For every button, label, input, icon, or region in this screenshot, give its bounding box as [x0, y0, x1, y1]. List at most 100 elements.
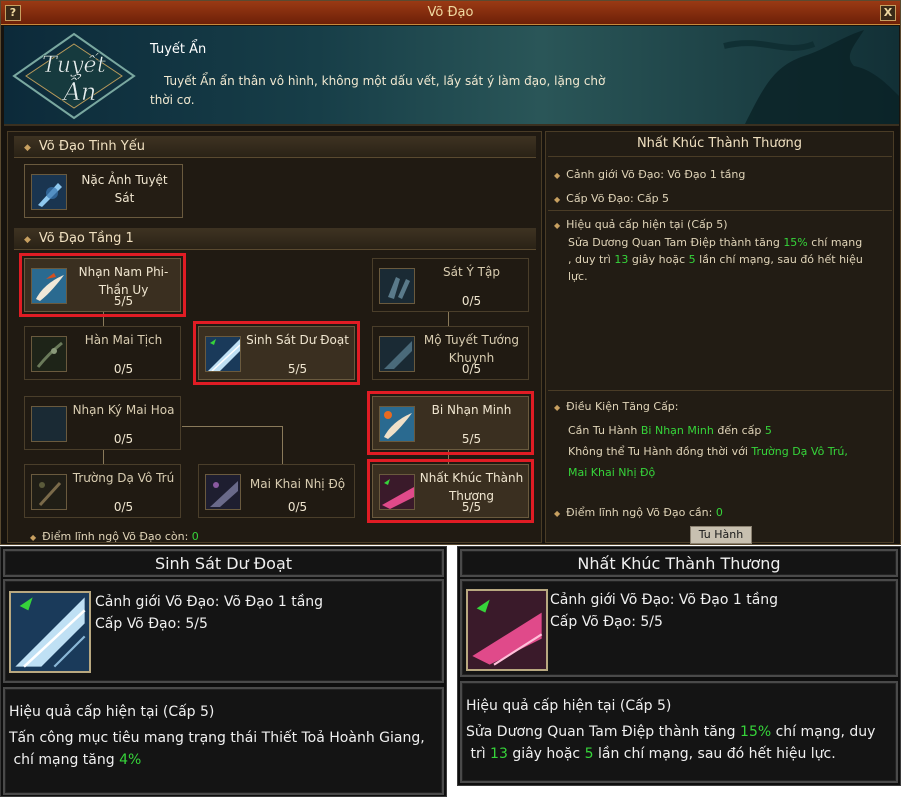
tree-connector [103, 450, 104, 464]
vo-dao-window: ? Võ Đạo X Tuyết Ẩn Tuyết Ẩn Tuyết Ẩn ẩn… [0, 0, 901, 545]
skill-node-truong-da-vo-tru[interactable]: Trường Dạ Vô Trú 0/5 [24, 464, 181, 518]
points-needed: ◆ Điểm lĩnh ngộ Võ Đạo cần: 0 [554, 506, 723, 519]
section-essence-header: ◆ Võ Đạo Tinh Yếu [14, 136, 536, 158]
tree-connector [282, 426, 283, 464]
sect-banner: Tuyết Ẩn Tuyết Ẩn Tuyết Ẩn ẩn thân vô hì… [4, 26, 899, 126]
skill-node-nhan-ky-mai-hoa[interactable]: Nhạn Ký Mai Hoa 0/5 [24, 396, 181, 450]
section-essence-title: Võ Đạo Tinh Yếu [38, 139, 145, 154]
warrior-silhouette-icon [723, 30, 899, 124]
bullet-icon: ◆ [554, 221, 561, 230]
tooltip-effect-text: Tấn công mục tiêu mang trạng thái Thiết … [9, 730, 425, 768]
title-bar[interactable]: ? Võ Đạo X [1, 1, 900, 25]
logo-text-top: Tuyết [42, 52, 106, 78]
skill-name: Nhạn Ký Mai Hoa [72, 403, 175, 417]
shadow-claw-icon [379, 268, 415, 304]
upgrade-requirements-text: Cần Tu Hành Bi Nhạn Minh đến cấp 5 Không… [568, 424, 848, 479]
sect-description: Tuyết Ẩn ẩn thân vô hình, không một dấu … [150, 74, 606, 107]
skill-level: 0/5 [461, 294, 482, 308]
skill-level: 0/5 [113, 362, 134, 376]
detail-level: ◆ Cấp Võ Đạo: Cấp 5 [554, 192, 670, 205]
skill-node-bi-nhan-minh[interactable]: Bi Nhạn Minh 5/5 [367, 391, 534, 455]
tooltip-effect-head: Hiệu quả cấp hiện tại (Cấp 5) [466, 698, 672, 714]
night-sword-icon [31, 474, 67, 510]
detail-title: Nhất Khúc Thành Thương [636, 136, 803, 151]
skill-node-sinh-sat-du-doat[interactable]: Sinh Sát Dư Đoạt 5/5 [193, 321, 360, 385]
tooltip-effect-head: Hiệu quả cấp hiện tại (Cấp 5) [9, 704, 215, 720]
section-tier1-title: Võ Đạo Tầng 1 [38, 231, 134, 246]
skill-name: Sinh Sát Dư Đoạt [246, 333, 349, 347]
skill-node-sat-y-tap[interactable]: Sát Ý Tập 0/5 [372, 258, 529, 312]
close-button[interactable]: X [880, 5, 896, 21]
skill-name: Hàn Mai Tịch [84, 333, 163, 347]
tooltip-nhat-khuc-thanh-thuong: Nhất Khúc Thành Thương Cảnh giới Võ Đạo:… [457, 546, 901, 786]
tooltip-realm: Cảnh giới Võ Đạo: Võ Đạo 1 tầng [550, 592, 779, 608]
skill-name: Sát Ý Tập [443, 265, 500, 279]
blizzard-icon [205, 336, 241, 372]
skill-level: 0/5 [461, 362, 482, 376]
skill-tree-panel: ◆ Võ Đạo Tinh Yếu Nặc Ảnh Tuyệt Sát ◆ Võ Đ… [7, 131, 542, 543]
tree-connector [182, 426, 282, 427]
bullet-icon: ◆ [30, 533, 37, 542]
skill-level: 5/5 [461, 432, 482, 446]
tree-connector [448, 310, 449, 326]
divider [548, 390, 892, 391]
tooltip-sinh-sat-du-doat: Sinh Sát Dư Đoạt Cảnh giới Võ Đạo: Võ Đạ… [0, 546, 447, 797]
bullet-icon: ◆ [24, 235, 31, 245]
skill-level: 5/5 [287, 362, 308, 376]
snow-storm-icon [379, 336, 415, 372]
tooltip-level: Cấp Võ Đạo: 5/5 [95, 616, 208, 632]
bullet-icon: ◆ [24, 143, 31, 153]
plum-branch-icon [31, 336, 67, 372]
detail-effect-text: Sửa Dương Quan Tam Điệp thành tăng 15% c… [568, 236, 863, 283]
tooltip-info-box: Cảnh giới Võ Đạo: Võ Đạo 1 tầng Cấp Võ Đ… [3, 579, 444, 683]
skill-node-han-mai-tich[interactable]: Hàn Mai Tịch 0/5 [24, 326, 181, 380]
skill-name: Bi Nhạn Minh [431, 403, 512, 417]
crimson-dance-icon [466, 589, 548, 671]
bullet-icon: ◆ [554, 403, 561, 412]
skill-name: Trường Dạ Vô Trú [72, 471, 175, 485]
remaining-points-label: Điểm lĩnh ngộ Võ Đạo còn: [42, 530, 189, 543]
blizzard-icon [9, 591, 91, 673]
crimson-dance-icon [379, 474, 415, 510]
frost-blade-icon [31, 174, 67, 210]
skill-node-mo-tuyet-tuong-khuynh[interactable]: Mộ Tuyết Tướng Khuynh 0/5 [372, 326, 529, 380]
plum-blossom-icon [205, 474, 241, 510]
remaining-points: ◆ Điểm lĩnh ngộ Võ Đạo còn: 0 [30, 530, 199, 543]
skill-node-mai-khai-nhi-do[interactable]: Mai Khai Nhị Độ 0/5 [198, 464, 355, 518]
tooltip-title: Nhất Khúc Thành Thương [577, 554, 781, 573]
skill-name: Mai Khai Nhị Độ [249, 477, 346, 491]
skill-level: 5/5 [461, 500, 482, 514]
skill-level: 5/5 [113, 294, 134, 308]
window-title: Võ Đạo [427, 5, 474, 20]
bullet-icon: ◆ [554, 171, 561, 180]
bullet-icon: ◆ [554, 509, 561, 518]
remaining-points-value: 0 [191, 530, 199, 543]
tooltip-effect-text: Sửa Dương Quan Tam Điệp thành tăng 15% c… [466, 724, 876, 762]
crane-cry-icon [379, 406, 415, 442]
sect-logo: Tuyết Ẩn [12, 32, 136, 120]
tooltip-title: Sinh Sát Dư Đoạt [154, 554, 293, 573]
tooltip-effect-box: Hiệu quả cấp hiện tại (Cấp 5) Tấn công m… [3, 687, 444, 795]
skill-node-nhat-khuc-thanh-thuong[interactable]: Nhất Khúc Thành Thương 5/5 [367, 459, 534, 523]
skill-name: Nặc Ảnh Tuyệt Sát [81, 173, 168, 205]
tree-connector [103, 310, 104, 326]
upgrade-requirements-head: ◆ Điều Kiện Tăng Cấp: [554, 400, 679, 413]
skill-level: 0/5 [287, 500, 308, 514]
tooltip-info-box: Cảnh giới Võ Đạo: Võ Đạo 1 tầng Cấp Võ Đ… [460, 579, 898, 677]
tooltip-effect-box: Hiệu quả cấp hiện tại (Cấp 5) Sửa Dương … [460, 681, 898, 783]
divider [548, 210, 892, 211]
section-tier1-header: ◆ Võ Đạo Tầng 1 [14, 228, 536, 250]
skill-detail-panel: Nhất Khúc Thành Thương ◆ Cảnh giới Võ Đạo… [545, 131, 894, 544]
divider [548, 156, 892, 157]
bullet-icon: ◆ [554, 195, 561, 204]
skill-node-essence[interactable]: Nặc Ảnh Tuyệt Sát [24, 164, 183, 218]
skill-node-nhan-nam-phi[interactable]: Nhạn Nam Phi-Thần Uy 5/5 [19, 253, 186, 317]
tooltip-title-box: Nhất Khúc Thành Thương [460, 549, 898, 577]
train-button[interactable]: Tu Hành [690, 526, 752, 544]
tooltip-realm: Cảnh giới Võ Đạo: Võ Đạo 1 tầng [95, 594, 324, 610]
feather-strike-icon [31, 268, 67, 304]
crescent-moon-icon [31, 406, 67, 442]
tooltip-title-box: Sinh Sát Dư Đoạt [3, 549, 444, 577]
detail-realm: ◆ Cảnh giới Võ Đạo: Võ Đạo 1 tầng [554, 168, 746, 181]
tree-connector [448, 450, 449, 464]
